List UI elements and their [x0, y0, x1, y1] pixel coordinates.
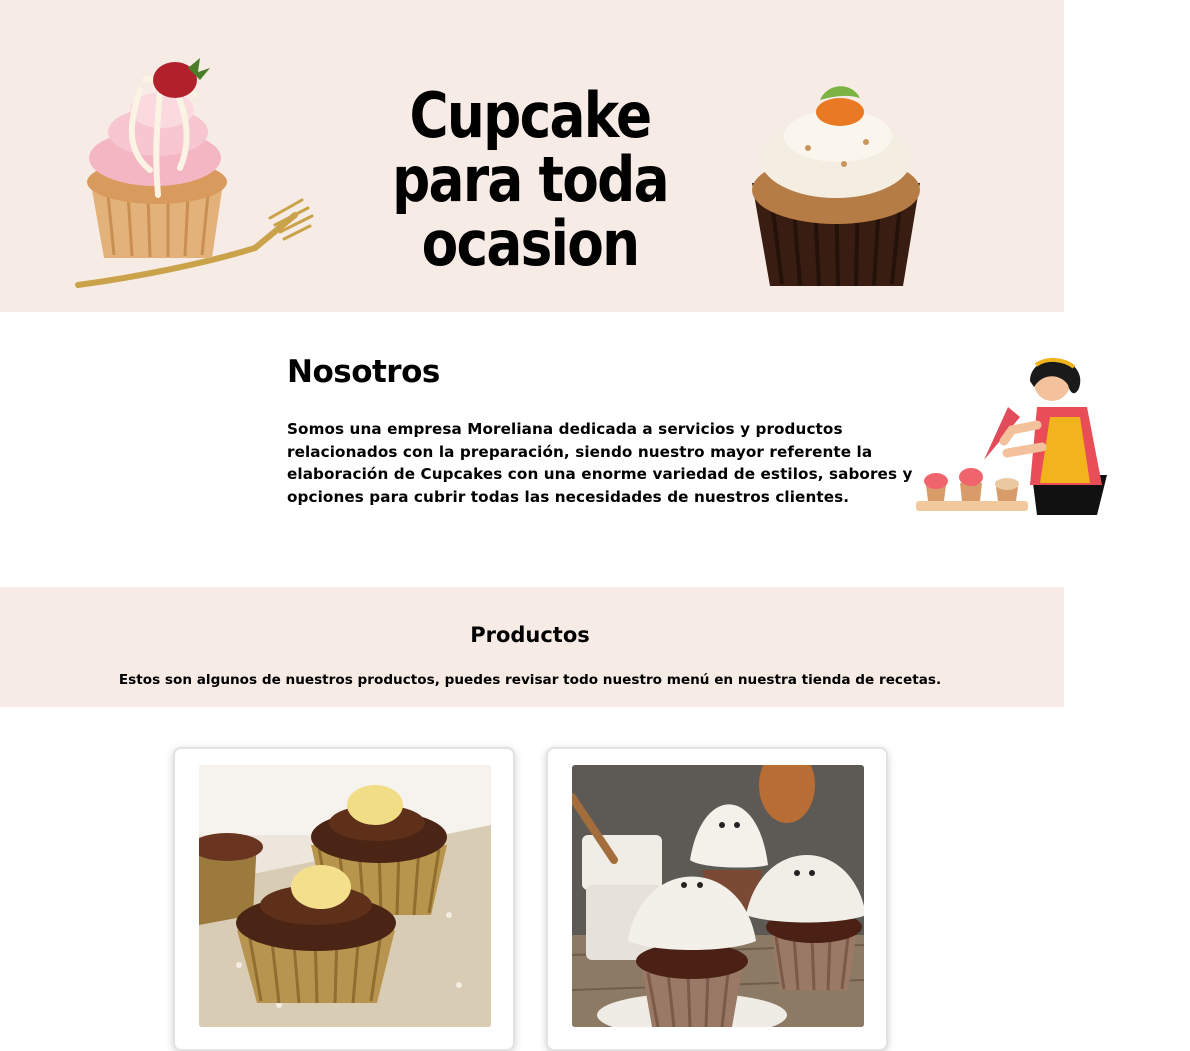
- products-band: [0, 587, 1064, 707]
- product-card[interactable]: [546, 747, 888, 1051]
- hero-title: Cupcake para toda ocasion: [392, 79, 669, 280]
- ghost-cupcake-image: [572, 765, 864, 1027]
- products-subtitle: Estos son algunos de nuestros productos,…: [118, 672, 942, 688]
- about-title: Nosotros: [287, 354, 440, 390]
- strawberry-cupcake-image: [75, 58, 314, 288]
- product-card[interactable]: [173, 747, 515, 1051]
- carrot-cupcake-image: [752, 86, 920, 287]
- products-title: Productos: [470, 623, 590, 647]
- chocolate-banana-cupcake-image: [199, 765, 491, 1027]
- baker-illustration: [916, 358, 1107, 515]
- about-text: Somos una empresa Moreliana dedicada a s…: [287, 420, 913, 506]
